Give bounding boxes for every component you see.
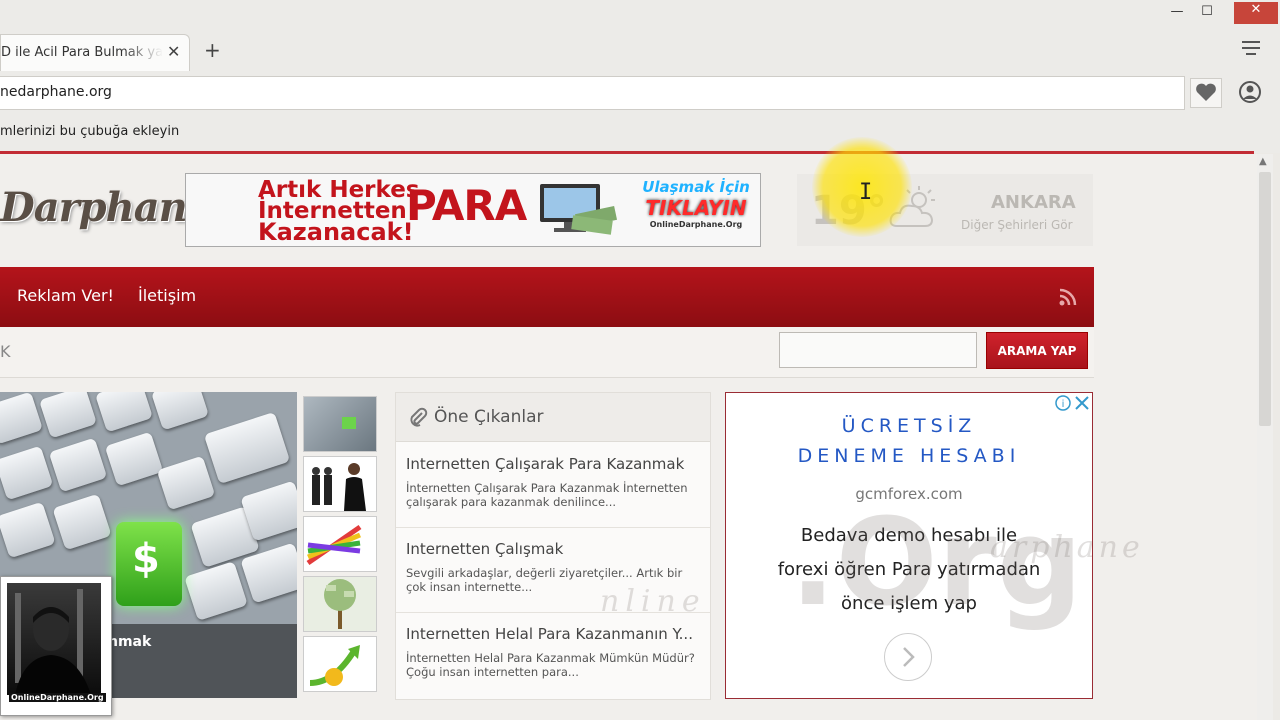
keyboard-key	[38, 392, 98, 439]
person-silhouette-icon	[15, 589, 91, 695]
scrollbar-thumb[interactable]	[1259, 172, 1271, 426]
keyboard-key	[150, 392, 210, 431]
browser-tab-active[interactable]: D ile Acil Para Bulmak ya ✕	[0, 34, 190, 71]
money-tree-icon	[324, 579, 356, 629]
ad-heading-2: DENEME HESABI	[797, 445, 1021, 467]
window-minimize-button[interactable]: —	[1166, 4, 1188, 24]
browser-chrome: D ile Acil Para Bulmak ya ✕ + — ☐ ✕ neda…	[0, 0, 1280, 154]
business-people-icon	[312, 463, 366, 511]
site-logo[interactable]: Darphane	[0, 184, 212, 231]
banner-cta-main: TIKLAYIN	[645, 196, 747, 220]
video-watermark-text: arphane	[990, 530, 1144, 565]
dollar-icon: $	[132, 536, 160, 582]
keyboard-key	[104, 431, 164, 487]
window-maximize-button[interactable]: ☐	[1196, 4, 1218, 24]
slider-thumbnails	[301, 392, 379, 698]
keyboard-key	[94, 392, 154, 433]
featured-posts-panel: Öne Çıkanlar Internetten Çalışarak Para …	[395, 392, 711, 700]
featured-header: Öne Çıkanlar	[396, 393, 710, 442]
bookmark-heart-button[interactable]	[1190, 78, 1222, 108]
featured-item-title[interactable]: Internetten Helal Para Kazanmanın Y...	[406, 625, 702, 643]
address-bar[interactable]: nedarphane.org	[0, 76, 1185, 110]
avatar-label: OnlineDarphane.Org	[9, 693, 106, 702]
rising-coin-icon	[309, 645, 360, 686]
url-text: nedarphane.org	[0, 84, 112, 100]
featured-item[interactable]: Internetten Helal Para Kazanmanın Y... İ…	[396, 613, 710, 697]
slider-thumbnail[interactable]	[303, 516, 377, 572]
tab-title-fade	[123, 39, 163, 67]
keyboard-key	[203, 411, 291, 485]
slider-thumbnail[interactable]	[303, 636, 377, 692]
webcam-avatar: OnlineDarphane.Org	[0, 576, 112, 716]
tab-close-icon[interactable]: ✕	[167, 42, 180, 61]
bookmarks-bar-hint: mlerinizi bu çubuğa ekleyin	[0, 124, 180, 139]
scroll-up-icon[interactable]: ▲	[1259, 156, 1267, 167]
featured-item[interactable]: Internetten Çalışarak Para Kazanmak İnte…	[396, 443, 710, 528]
header-banner-ad[interactable]: Artık Herkes İnternetten Kazanacak! PARA…	[185, 173, 761, 247]
keyboard-key	[0, 501, 56, 559]
chevron-right-icon	[903, 647, 915, 667]
keyboard-key	[0, 445, 54, 501]
avatar-photo	[7, 583, 101, 695]
banner-cta-top: Ulaşmak İçin	[642, 178, 750, 196]
search-bar: K ARAMA YAP	[0, 327, 1094, 378]
new-tab-button[interactable]: +	[204, 38, 221, 62]
featured-item-desc: İnternetten Çalışarak Para Kazanmak İnte…	[406, 481, 688, 509]
computer-money-icon	[540, 184, 618, 235]
banner-big-word: PARA	[406, 181, 527, 230]
keyboard-key	[156, 455, 216, 511]
search-button[interactable]: ARAMA YAP	[986, 332, 1088, 369]
heart-icon	[1196, 83, 1216, 101]
dollar-key: $	[116, 522, 182, 606]
keyboard-key	[184, 561, 248, 621]
web-page: Darphane Artık Herkes İnternetten Kazana…	[0, 154, 1257, 720]
nav-item-iletisim[interactable]: İletişim	[138, 286, 196, 305]
hamburger-menu-icon[interactable]	[1240, 40, 1262, 56]
featured-item-title[interactable]: Internetten Çalışmak	[406, 540, 702, 558]
thumbnail-keyboard-key	[342, 417, 356, 429]
ad-next-button[interactable]	[884, 633, 932, 681]
keyboard-key	[52, 493, 112, 551]
main-navbar: Reklam Ver! İletişim	[0, 267, 1094, 327]
growth-arrows-icon	[306, 524, 362, 566]
account-icon[interactable]	[1238, 80, 1262, 104]
featured-item-title[interactable]: Internetten Çalışarak Para Kazanmak	[406, 455, 702, 473]
search-input[interactable]	[779, 332, 977, 368]
banner-cta[interactable]: Ulaşmak İçin TIKLAYIN OnlineDarphane.Org	[636, 178, 756, 238]
weather-city: ANKARA	[991, 192, 1076, 213]
paperclip-icon	[410, 407, 428, 427]
keyboard-key	[0, 392, 44, 445]
video-watermark-text: nline	[600, 584, 706, 619]
other-cities-link[interactable]: Diğer Şehirleri Gör	[961, 218, 1073, 232]
banner-line-3: Kazanacak!	[258, 218, 414, 246]
rss-icon[interactable]	[1058, 287, 1078, 307]
window-close-button[interactable]: ✕	[1234, 2, 1278, 24]
nav-item-reklam-ver[interactable]: Reklam Ver!	[17, 286, 114, 305]
svg-text:i: i	[1062, 399, 1065, 410]
text-cursor-icon: I	[859, 180, 873, 205]
slider-thumbnail[interactable]	[303, 576, 377, 632]
ad-heading-1: ÜCRETSİZ	[841, 415, 977, 437]
featured-title: Öne Çıkanlar	[434, 407, 544, 427]
slider-thumbnail[interactable]	[303, 456, 377, 512]
slider-caption[interactable]: nmak	[108, 634, 151, 650]
keyboard-key	[48, 437, 108, 493]
banner-cta-site: OnlineDarphane.Org	[649, 220, 743, 229]
featured-item-desc: İnternetten Helal Para Kazanmak Mümkün M…	[406, 651, 695, 679]
search-bar-left-text: K	[0, 342, 11, 361]
ad-choices-icon[interactable]: i	[1052, 393, 1092, 413]
slider-thumbnail[interactable]	[303, 396, 377, 452]
